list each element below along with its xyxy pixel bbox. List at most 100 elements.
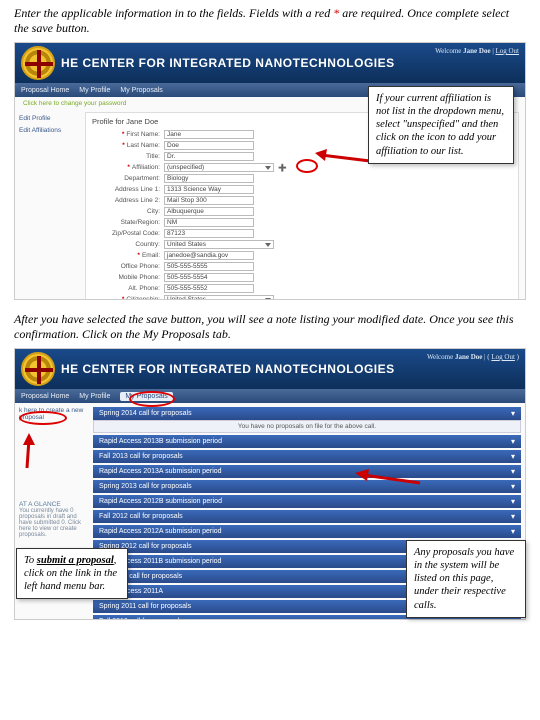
form-row: Mobile Phone:505-555-5554 [92, 272, 512, 283]
tab-proposal-home[interactable]: Proposal Home [21, 87, 69, 94]
create-proposal-link[interactable]: k here to create a new proposal [19, 407, 89, 421]
app-title-2: HE CENTER FOR INTEGRATED NANOTECHNOLOGIE… [61, 362, 395, 376]
field-label: Address Line 2: [92, 197, 164, 204]
field-label: Department: [92, 175, 164, 182]
chevron-down-icon: ▾ [511, 437, 515, 446]
call-title: Spring 2011 call for proposals [99, 603, 191, 610]
chevron-down-icon: ▾ [511, 527, 515, 536]
field-label: *Last Name: [92, 142, 164, 149]
field-label: Address Line 1: [92, 186, 164, 193]
form-row: Department:Biology [92, 173, 512, 184]
text-field[interactable]: Biology [164, 174, 254, 183]
callout-submit-proposal: To submit a proposal, click on the link … [16, 548, 128, 599]
field-label: *Citizenship: [92, 296, 164, 300]
tab-my-proposals[interactable]: My Proposals [120, 87, 162, 94]
field-label: Zip/Postal Code: [92, 230, 164, 237]
logout-link[interactable]: Log Out [495, 47, 519, 55]
select-field[interactable]: (unspecified) [164, 163, 274, 172]
call-title: Spring 2014 call for proposals [99, 410, 192, 417]
field-label: *Email: [92, 252, 164, 259]
call-title: Fall 2010 call for proposals [99, 618, 183, 620]
tab-proposal-home-2[interactable]: Proposal Home [21, 393, 69, 400]
nav-bar-2: Proposal Home My Profile My Proposals [15, 389, 525, 403]
app-banner-2: HE CENTER FOR INTEGRATED NANOTECHNOLOGIE… [15, 349, 525, 389]
instr-text-1: Enter the applicable information in to t… [14, 6, 330, 20]
sidebar-edit-profile[interactable]: Edit Profile [19, 114, 81, 123]
call-header[interactable]: Fall 2013 call for proposals ▾ [93, 450, 521, 463]
chevron-down-icon: ▾ [511, 497, 515, 506]
call-title: Spring 2013 call for proposals [99, 483, 192, 490]
form-row: State/Region:NM [92, 217, 512, 228]
call-title: Rapid Access 2013B submission period [99, 438, 222, 445]
sidebar-edit-affiliations[interactable]: Edit Affiliations [19, 126, 81, 135]
form-row: *Affiliation:(unspecified) ➕ [92, 162, 512, 173]
call-header[interactable]: Rapid Access 2013B submission period ▾ [93, 435, 521, 448]
callout-proposals-listed: Any proposals you have in the system wil… [406, 540, 526, 618]
add-affiliation-icon[interactable]: ➕ [278, 164, 287, 172]
call-header[interactable]: Rapid Access 2013A submission period ▾ [93, 465, 521, 478]
chevron-down-icon: ▾ [511, 467, 515, 476]
call-header[interactable]: Fall 2012 call for proposals▾ [93, 510, 521, 523]
field-label: Office Phone: [92, 263, 164, 270]
call-header[interactable]: Rapid Access 2012A submission period ▾ [93, 525, 521, 538]
tab-my-proposals-2[interactable]: My Proposals [120, 392, 172, 401]
no-proposals-note: You have no proposals on file for the ab… [93, 420, 521, 433]
screenshot-profile: HE CENTER FOR INTEGRATED NANOTECHNOLOGIE… [14, 42, 526, 300]
call-title: Fall 2012 call for proposals [99, 513, 183, 520]
call-title: Fall 2013 call for proposals [99, 453, 183, 460]
field-label: State/Region: [92, 219, 164, 226]
cint-logo-icon [21, 46, 55, 80]
tab-my-profile[interactable]: My Profile [79, 87, 110, 94]
app-title: HE CENTER FOR INTEGRATED NANOTECHNOLOGIE… [61, 56, 395, 70]
field-label: Country: [92, 241, 164, 248]
call-title: Rapid Access 2012A submission period [99, 528, 222, 535]
text-field[interactable]: 505-555-5555 [164, 262, 254, 271]
form-row: Country:United States [92, 239, 512, 250]
at-a-glance: AT A GLANCE You currently have 0 proposa… [19, 501, 89, 538]
required-marker: * [122, 296, 125, 300]
field-label: *First Name: [92, 131, 164, 138]
form-row: Zip/Postal Code:87123 [92, 228, 512, 239]
callout-affiliation: If your current affiliation is not list … [368, 86, 514, 164]
text-field[interactable]: 505-555-5554 [164, 273, 254, 282]
chevron-down-icon: ▾ [511, 482, 515, 491]
text-field[interactable]: Albuquerque [164, 207, 254, 216]
app-banner: HE CENTER FOR INTEGRATED NANOTECHNOLOGIE… [15, 43, 525, 83]
user-name: Jane Doe [463, 47, 490, 55]
form-row: Office Phone:505-555-5555 [92, 261, 512, 272]
select-field[interactable]: United States [164, 295, 274, 300]
chevron-down-icon: ▾ [511, 452, 515, 461]
call-header[interactable]: Spring 2013 call for proposals ▾ [93, 480, 521, 493]
text-field[interactable]: 87123 [164, 229, 254, 238]
form-row: City:Albuquerque [92, 206, 512, 217]
welcome-text: Welcome Jane Doe | Log Out [435, 47, 519, 55]
text-field[interactable]: 505-555-5552 [164, 284, 254, 293]
required-marker: * [127, 164, 130, 171]
text-field[interactable]: Jane [164, 130, 254, 139]
cint-logo-icon [21, 352, 55, 386]
logout-link-2[interactable]: Log Out [491, 353, 515, 361]
tab-my-profile-2[interactable]: My Profile [79, 393, 110, 400]
field-label: Alt. Phone: [92, 285, 164, 292]
text-field[interactable]: 1313 Science Way [164, 185, 254, 194]
text-field[interactable]: Dr. [164, 152, 254, 161]
call-header[interactable]: Rapid Access 2012B submission period▾ [93, 495, 521, 508]
form-row: *Email:janedoe@sandia.gov [92, 250, 512, 261]
text-field[interactable]: Mail Stop 300 [164, 196, 254, 205]
required-marker: * [137, 252, 140, 259]
call-title: Rapid Access 2013A submission period [99, 468, 222, 475]
welcome-text-2: Welcome Jane Doe | ( Log Out ) [427, 353, 519, 361]
field-label: *Affiliation: [92, 164, 164, 171]
chevron-down-icon: ▾ [511, 409, 515, 418]
instruction-top: Enter the applicable information in to t… [0, 0, 540, 40]
select-field[interactable]: United States [164, 240, 274, 249]
text-field[interactable]: Doe [164, 141, 254, 150]
required-asterisk: * [333, 6, 339, 20]
field-label: Mobile Phone: [92, 274, 164, 281]
instruction-mid: After you have selected the save button,… [0, 304, 540, 346]
field-label: City: [92, 208, 164, 215]
profile-sidebar: Edit Profile Edit Affiliations [15, 110, 85, 300]
text-field[interactable]: janedoe@sandia.gov [164, 251, 254, 260]
call-header[interactable]: Spring 2014 call for proposals ▾ [93, 407, 521, 420]
text-field[interactable]: NM [164, 218, 254, 227]
